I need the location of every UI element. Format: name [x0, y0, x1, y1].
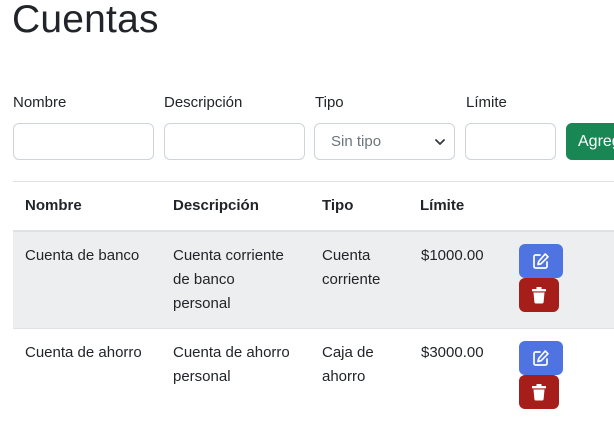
column-header-limite: Límite — [420, 197, 465, 214]
add-button[interactable]: Agregar — [566, 123, 614, 160]
limite-input[interactable] — [465, 123, 556, 160]
cell-line: corriente — [322, 271, 381, 288]
edit-icon — [533, 253, 549, 269]
column-header-tipo: Tipo — [322, 197, 354, 214]
cell-limite: $1000.00 — [421, 247, 484, 264]
cell-line: personal — [173, 368, 231, 385]
cell-line: Cuenta de ahorro — [173, 344, 290, 361]
tipo-select-value: Sin tipo — [331, 133, 382, 150]
cell-tipo: Caja de ahorro — [322, 341, 374, 389]
divider — [13, 181, 614, 182]
cell-descripcion: Cuenta corriente de banco personal — [173, 244, 284, 316]
cell-line: ahorro — [322, 368, 366, 385]
page-title: Cuentas — [12, 0, 159, 41]
row-divider — [13, 328, 614, 329]
tipo-select[interactable]: Sin tipo — [314, 123, 455, 160]
chevron-down-icon — [435, 139, 445, 145]
trash-icon — [532, 287, 546, 304]
cell-line: de banco — [173, 271, 235, 288]
edit-button[interactable] — [519, 341, 563, 375]
cell-limite: $3000.00 — [421, 344, 484, 361]
tipo-label: Tipo — [315, 94, 344, 111]
cell-line: Caja de — [322, 344, 374, 361]
cell-nombre: Cuenta de banco — [25, 247, 140, 264]
cell-tipo: Cuenta corriente — [322, 244, 380, 292]
delete-button[interactable] — [519, 278, 559, 312]
cell-descripcion: Cuenta de ahorro personal — [173, 341, 290, 389]
edit-icon — [533, 350, 549, 366]
trash-icon — [532, 384, 546, 401]
cell-line: Cuenta corriente — [173, 247, 284, 264]
descripcion-input[interactable] — [164, 123, 305, 160]
cell-line: Cuenta — [322, 247, 371, 264]
limite-label: Límite — [466, 94, 507, 111]
nombre-input[interactable] — [13, 123, 154, 160]
delete-button[interactable] — [519, 375, 559, 409]
cell-nombre: Cuenta de ahorro — [25, 344, 142, 361]
cell-line: personal — [173, 295, 231, 312]
edit-button[interactable] — [519, 244, 563, 278]
column-header-descripcion: Descripción — [173, 197, 259, 214]
nombre-label: Nombre — [13, 94, 67, 111]
column-header-nombre: Nombre — [25, 197, 82, 214]
descripcion-label: Descripción — [164, 94, 243, 111]
